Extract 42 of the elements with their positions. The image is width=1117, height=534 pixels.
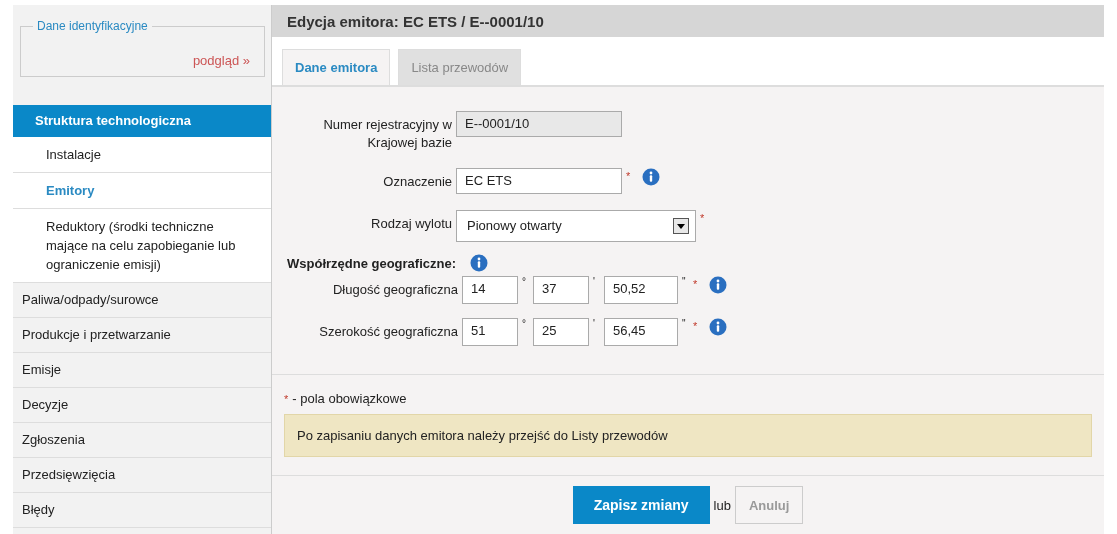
required-mark: * <box>284 392 289 406</box>
seconds-input[interactable]: 50,52 <box>604 276 678 304</box>
minutes-input[interactable]: 25 <box>533 318 589 346</box>
required-mark: * <box>626 169 631 182</box>
required-mark: * <box>693 319 698 332</box>
readonly-field: E--0001/10 <box>456 111 622 137</box>
required-mark: * <box>693 277 698 290</box>
section-title: Współrzędne geograficzne: <box>287 255 457 271</box>
minute-sign: ' <box>593 276 596 287</box>
legend-text: - pola obowiązkowe <box>292 391 407 406</box>
preview-link[interactable]: podgląd » <box>192 53 250 68</box>
caret-icon <box>673 218 689 234</box>
field-label: Długość geograficzna <box>331 281 458 299</box>
dropdown[interactable]: Pionowy otwarty <box>456 210 696 242</box>
degree-sign: ° <box>522 276 527 287</box>
field-label: Rodzaj wylotu <box>370 215 452 233</box>
nav-subitem[interactable]: Reduktory (środki techniczne mające na celu zapobieganie lub ograniczenie emisji) <box>13 209 271 283</box>
page-title: Edycja emitora: EC ETS / E--0001/10 <box>287 12 544 30</box>
second-sign: " <box>682 318 687 329</box>
notice-text: Po zapisaniu danych emitora należy przejść do Listy przewodów <box>297 428 668 443</box>
info-icon[interactable] <box>709 318 728 336</box>
nav-subitem[interactable]: Instalacje <box>13 137 271 173</box>
minute-sign: ' <box>593 318 596 329</box>
degrees-input[interactable]: 14 <box>462 276 518 304</box>
info-icon[interactable] <box>642 168 661 186</box>
minutes-input[interactable]: 37 <box>533 276 589 304</box>
seconds-input[interactable]: 56,45 <box>604 318 678 346</box>
nav-subitem[interactable]: Emitory <box>13 173 271 209</box>
required-mark: * <box>700 211 705 224</box>
field-label: Oznaczenie <box>382 173 452 191</box>
nav-item[interactable]: Struktura technologiczna <box>13 105 271 137</box>
degrees-input[interactable]: 51 <box>462 318 518 346</box>
field-label: Szerokość geograficzna <box>318 323 458 341</box>
or-text: lub <box>713 497 731 513</box>
second-sign: " <box>682 276 687 287</box>
info-icon[interactable] <box>709 276 728 294</box>
panel-legend: Dane identyfikacyjne <box>33 19 152 33</box>
degree-sign: ° <box>522 318 527 329</box>
field-label: Numer rejestracyjny w Krajowej bazie <box>322 116 452 152</box>
save-button[interactable]: Zapisz zmiany <box>572 486 710 524</box>
text-input[interactable]: EC ETS <box>456 168 622 194</box>
info-icon[interactable] <box>470 254 489 272</box>
